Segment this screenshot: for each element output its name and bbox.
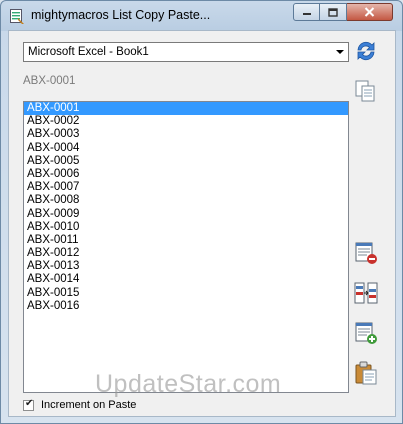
list-icon (10, 9, 24, 24)
increment-label: Increment on Paste (41, 399, 137, 411)
maximize-button[interactable] (320, 3, 347, 21)
paste-icon[interactable] (353, 360, 379, 386)
copy-icon[interactable] (353, 78, 379, 104)
list-add-icon[interactable] (353, 320, 379, 346)
chevron-down-icon[interactable] (336, 50, 344, 54)
list-item[interactable]: ABX-0005 (24, 155, 348, 168)
maximize-icon (328, 7, 338, 17)
close-icon (364, 7, 375, 17)
close-button[interactable] (347, 3, 393, 21)
list-item[interactable]: ABX-0006 (24, 168, 348, 181)
refresh-icon[interactable] (353, 38, 379, 64)
title-bar[interactable]: mightymacros List Copy Paste... (1, 1, 402, 29)
checkmark-icon: ✔ (25, 398, 34, 409)
item-listbox[interactable]: ABX-0001 ABX-0002 ABX-0003 ABX-0004 ABX-0005… (23, 101, 349, 393)
minimize-button[interactable] (293, 3, 320, 21)
client-area: Microsoft Excel - Book1 ABX-0001 ABX-000… (8, 30, 396, 417)
list-item[interactable]: ABX-0011 (24, 234, 348, 247)
list-item[interactable]: ABX-0004 (24, 142, 348, 155)
workbook-combo-value: Microsoft Excel - Book1 (28, 46, 149, 58)
list-item[interactable]: ABX-0002 (24, 115, 348, 128)
window-title: mightymacros List Copy Paste... (31, 8, 211, 22)
list-item[interactable]: ABX-0003 (24, 128, 348, 141)
list-item[interactable]: ABX-0013 (24, 260, 348, 273)
workbook-combo[interactable]: Microsoft Excel - Book1 (23, 42, 349, 62)
list-item[interactable]: ABX-0012 (24, 247, 348, 260)
minimize-icon (302, 13, 311, 15)
list-item[interactable]: ABX-0007 (24, 181, 348, 194)
list-item[interactable]: ABX-0016 (24, 300, 348, 313)
list-remove-icon[interactable] (353, 240, 379, 266)
list-transfer-icon[interactable] (353, 280, 379, 306)
list-item[interactable]: ABX-0015 (24, 287, 348, 300)
increment-checkbox[interactable]: ✔ (23, 398, 34, 411)
list-item[interactable]: ABX-0010 (24, 221, 348, 234)
list-item[interactable]: ABX-0008 (24, 194, 348, 207)
app-window: mightymacros List Copy Paste... Microsof… (0, 0, 403, 424)
current-item-label: ABX-0001 (23, 75, 76, 87)
list-item[interactable]: ABX-0009 (24, 208, 348, 221)
list-item[interactable]: ABX-0001 (24, 102, 348, 116)
list-item[interactable]: ABX-0014 (24, 273, 348, 286)
watermark: UpdateStar.com (95, 370, 282, 398)
